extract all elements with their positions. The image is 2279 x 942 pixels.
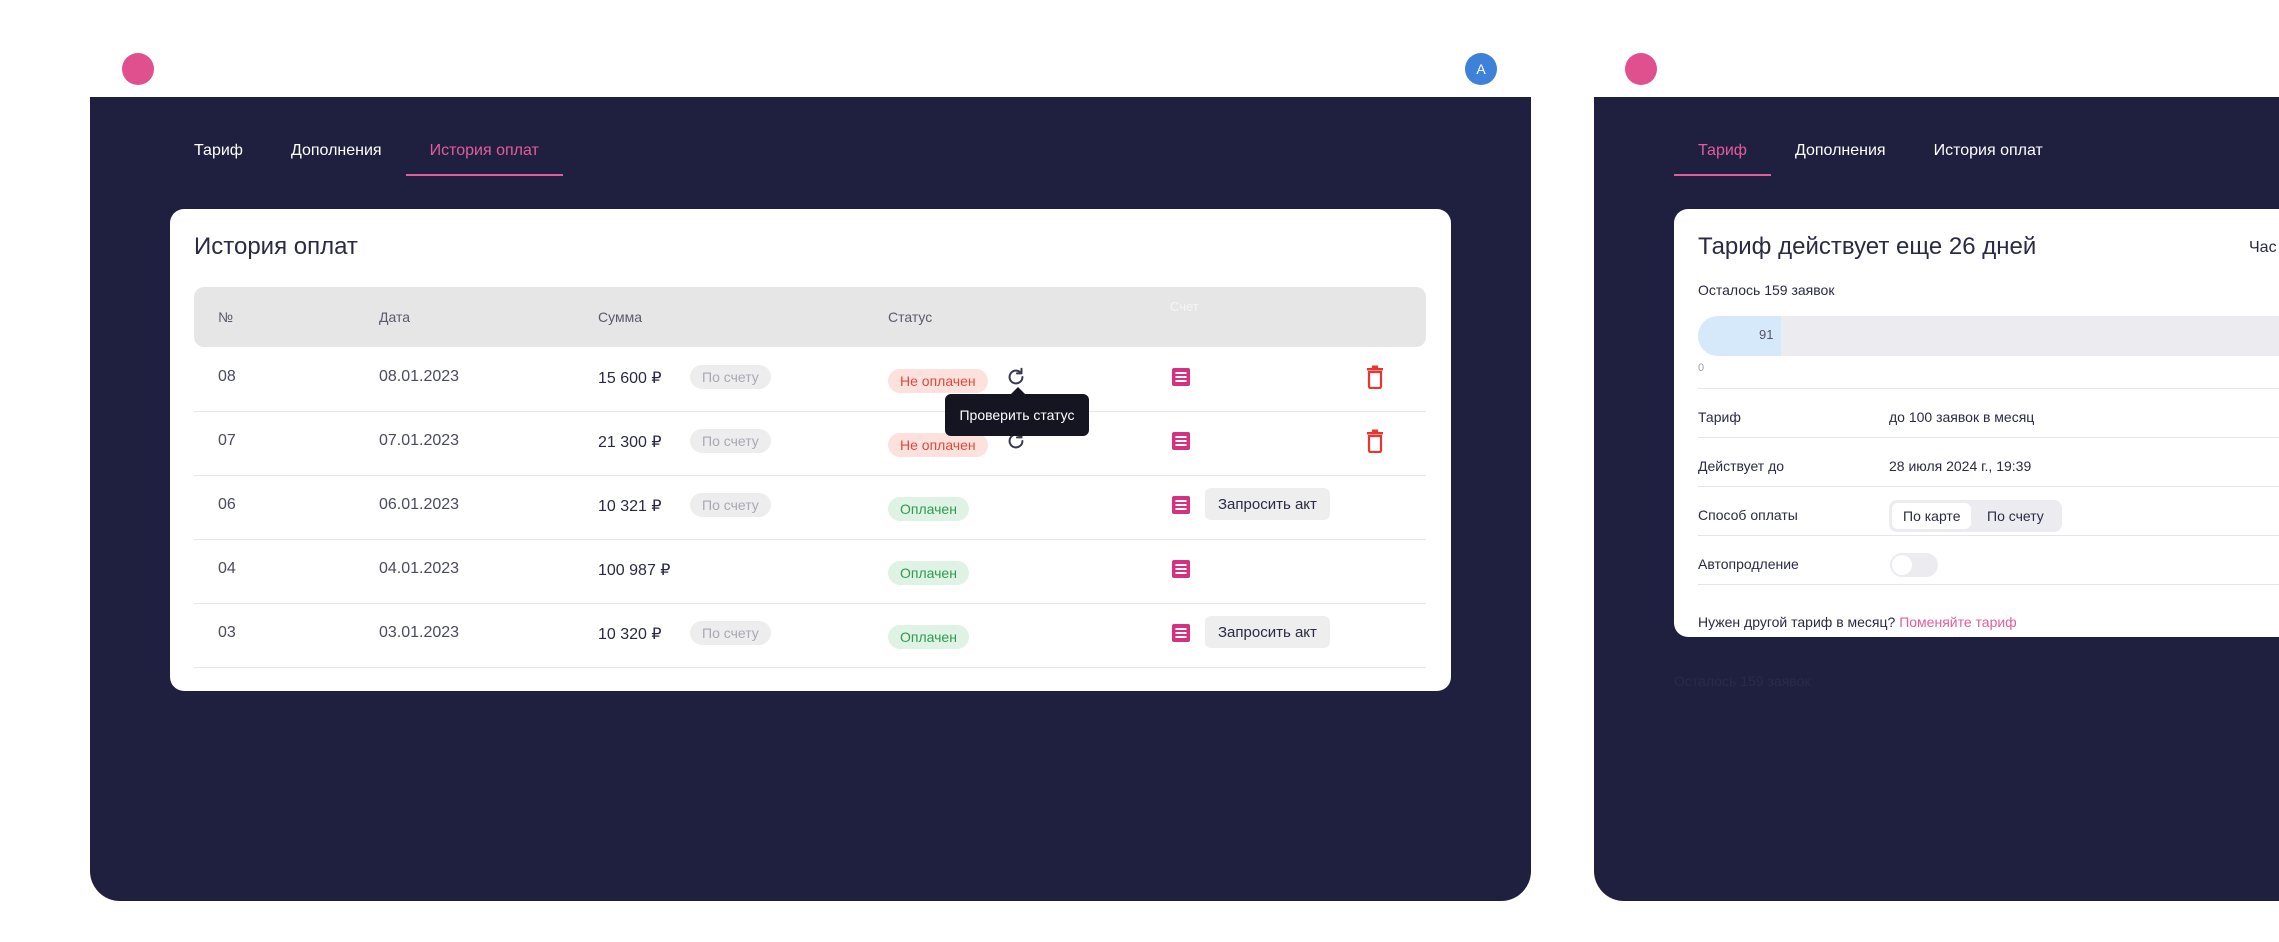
table-row: 07 07.01.2023 21 300 ₽ По счету Не оплач… xyxy=(194,411,1426,476)
invoice-icon[interactable] xyxy=(1170,622,1192,644)
payment-option-card[interactable]: По карте xyxy=(1892,503,1972,529)
requests-progress-bar: 91 xyxy=(1698,316,2279,356)
row-date: 07.01.2023 xyxy=(379,432,460,449)
tab-payment-history[interactable]: История оплат xyxy=(1910,139,2067,176)
invoice-icon[interactable] xyxy=(1170,558,1192,580)
payment-method-badge: По счету xyxy=(690,429,771,453)
invoice-icon[interactable] xyxy=(1170,494,1192,516)
divider xyxy=(1698,535,2279,536)
column-date: Дата xyxy=(379,309,411,325)
tab-addons[interactable]: Дополнения xyxy=(267,139,406,176)
divider xyxy=(1698,584,2279,585)
delete-icon[interactable] xyxy=(1365,365,1385,389)
payment-history-card: История оплат № Дата Сумма Статус Счет 0… xyxy=(170,209,1451,691)
autorenew-toggle[interactable] xyxy=(1890,553,1938,577)
divider xyxy=(1698,486,2279,487)
right-panel: Тариф Дополнения История оплат Тариф дей… xyxy=(1594,97,2279,901)
check-status-tooltip: Проверить статус xyxy=(945,387,1089,436)
divider xyxy=(1698,388,2279,389)
change-tariff-link[interactable]: Поменяйте тариф xyxy=(1899,614,2017,630)
detail-label-tariff: Тариф xyxy=(1698,409,1741,425)
detail-label-valid-until: Действует до xyxy=(1698,458,1785,474)
change-tariff-question: Нужен другой тариф в месяц? xyxy=(1698,614,1896,630)
tab-tariff[interactable]: Тариф xyxy=(170,139,267,176)
progress-min-label: 0 xyxy=(1698,362,1705,374)
tariff-card: Тариф действует еще 26 дней Час Осталось… xyxy=(1674,209,2279,637)
row-date: 03.01.2023 xyxy=(379,624,460,641)
table-header: № Дата Сумма Статус Счет xyxy=(194,287,1426,347)
row-number: 08 xyxy=(218,368,236,385)
refresh-icon[interactable] xyxy=(1005,366,1027,388)
payment-method-switch: По карте По счету xyxy=(1889,500,2062,532)
table-row: 06 06.01.2023 10 321 ₽ По счету Оплачен … xyxy=(194,475,1426,540)
tab-addons[interactable]: Дополнения xyxy=(1771,139,1910,176)
left-panel: Тариф Дополнения История оплат История о… xyxy=(90,97,1531,901)
status-badge: Не оплачен xyxy=(888,369,988,393)
row-sum: 15 600 ₽ xyxy=(598,370,662,387)
row-sum: 100 987 ₽ xyxy=(598,562,671,579)
tariff-title-cut: Час xyxy=(2249,239,2277,256)
detail-label-payment-method: Способ оплаты xyxy=(1698,507,1798,523)
row-number: 06 xyxy=(218,496,236,513)
status-badge: Оплачен xyxy=(888,561,969,585)
row-date: 08.01.2023 xyxy=(379,368,460,385)
tab-payment-history[interactable]: История оплат xyxy=(405,139,564,176)
row-sum: 10 321 ₽ xyxy=(598,498,662,515)
column-status: Статус xyxy=(888,309,933,325)
tab-bar-right: Тариф Дополнения История оплат xyxy=(1674,139,2067,176)
row-date: 04.01.2023 xyxy=(379,560,460,577)
brand-dot xyxy=(122,53,154,85)
request-act-button[interactable]: Запросить акт xyxy=(1205,616,1330,648)
row-sum: 10 320 ₽ xyxy=(598,626,662,643)
avatar[interactable]: A xyxy=(1465,53,1497,85)
status-badge: Оплачен xyxy=(888,625,969,649)
table-row: 04 04.01.2023 100 987 ₽ Оплачен xyxy=(194,539,1426,604)
status-badge: Не оплачен xyxy=(888,433,988,457)
ghost-remaining-text: Осталось 159 заявок xyxy=(1674,673,1811,689)
change-tariff-text: Нужен другой тариф в месяц? Поменяйте та… xyxy=(1698,614,2017,630)
payment-option-invoice[interactable]: По счету xyxy=(1976,503,2055,529)
status-badge: Оплачен xyxy=(888,497,969,521)
brand-dot-right xyxy=(1625,53,1657,85)
invoice-icon[interactable] xyxy=(1170,366,1192,388)
row-sum: 21 300 ₽ xyxy=(598,434,662,451)
table-row: 08 08.01.2023 15 600 ₽ По счету Не оплач… xyxy=(194,347,1426,412)
progress-value: 91 xyxy=(1759,327,1774,342)
invoice-icon[interactable] xyxy=(1170,430,1192,452)
column-invoice: Счет xyxy=(1170,299,1199,314)
tariff-title: Тариф действует еще 26 дней xyxy=(1698,233,2037,260)
tab-bar: Тариф Дополнения История оплат xyxy=(170,139,564,176)
row-number: 07 xyxy=(218,432,236,449)
row-number: 04 xyxy=(218,560,236,577)
column-number: № xyxy=(218,309,234,325)
payment-method-badge: По счету xyxy=(690,493,771,517)
row-date: 06.01.2023 xyxy=(379,496,460,513)
table-row: 03 03.01.2023 10 320 ₽ По счету Оплачен … xyxy=(194,603,1426,668)
remaining-requests: Осталось 159 заявок xyxy=(1698,282,1835,298)
toggle-knob xyxy=(1892,555,1912,575)
payment-method-badge: По счету xyxy=(690,365,771,389)
card-title: История оплат xyxy=(194,233,358,260)
request-act-button[interactable]: Запросить акт xyxy=(1205,488,1330,520)
row-number: 03 xyxy=(218,624,236,641)
detail-label-autorenew: Автопродление xyxy=(1698,556,1799,572)
column-sum: Сумма xyxy=(598,309,642,325)
tab-tariff[interactable]: Тариф xyxy=(1674,139,1771,176)
detail-value-tariff: до 100 заявок в месяц xyxy=(1889,409,2035,425)
detail-value-valid-until: 28 июля 2024 г., 19:39 xyxy=(1889,458,2032,474)
divider xyxy=(1698,437,2279,438)
delete-icon[interactable] xyxy=(1365,429,1385,453)
payment-method-badge: По счету xyxy=(690,621,771,645)
